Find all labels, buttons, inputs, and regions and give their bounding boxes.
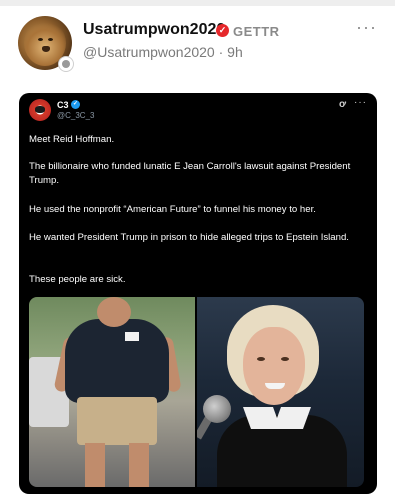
platform-label: GETTR xyxy=(233,24,280,39)
embed-paragraph: He wanted President Trump in prison to h… xyxy=(29,232,349,243)
embed-paragraph: Meet Reid Hoffman. xyxy=(29,134,115,145)
handle-and-time: @Usatrumpwon2020 · 9h xyxy=(83,44,243,60)
grok-icon[interactable]: ơ xyxy=(339,99,346,110)
post-header: Usatrumpwon2020 ✓ GETTR @Usatrumpwon2020… xyxy=(0,6,395,80)
embed-author-avatar[interactable] xyxy=(29,99,51,121)
verified-badge-icon: ✓ xyxy=(216,24,229,37)
embed-author-handle: @C_3C_3 xyxy=(57,111,95,120)
embed-paragraph: He used the nonprofit “American Future” … xyxy=(29,204,316,215)
more-options-icon[interactable]: ··· xyxy=(356,18,377,36)
embed-paragraph: The billionaire who funded lunatic E Jea… xyxy=(29,161,351,186)
display-name[interactable]: Usatrumpwon2020 xyxy=(83,21,225,39)
embed-more-icon[interactable]: ··· xyxy=(354,97,367,108)
photo-man-walking[interactable] xyxy=(29,297,195,487)
verified-check-icon: ✓ xyxy=(71,100,80,109)
embed-paragraph: These people are sick. xyxy=(29,274,126,285)
avatar-badge-icon xyxy=(58,56,74,72)
embedded-post[interactable]: C3 ✓ @C_3C_3 ơ ··· Meet Reid Hoffman. Th… xyxy=(19,93,377,494)
photo-woman-portrait[interactable] xyxy=(197,297,364,487)
embed-author-name[interactable]: C3 xyxy=(57,100,69,110)
